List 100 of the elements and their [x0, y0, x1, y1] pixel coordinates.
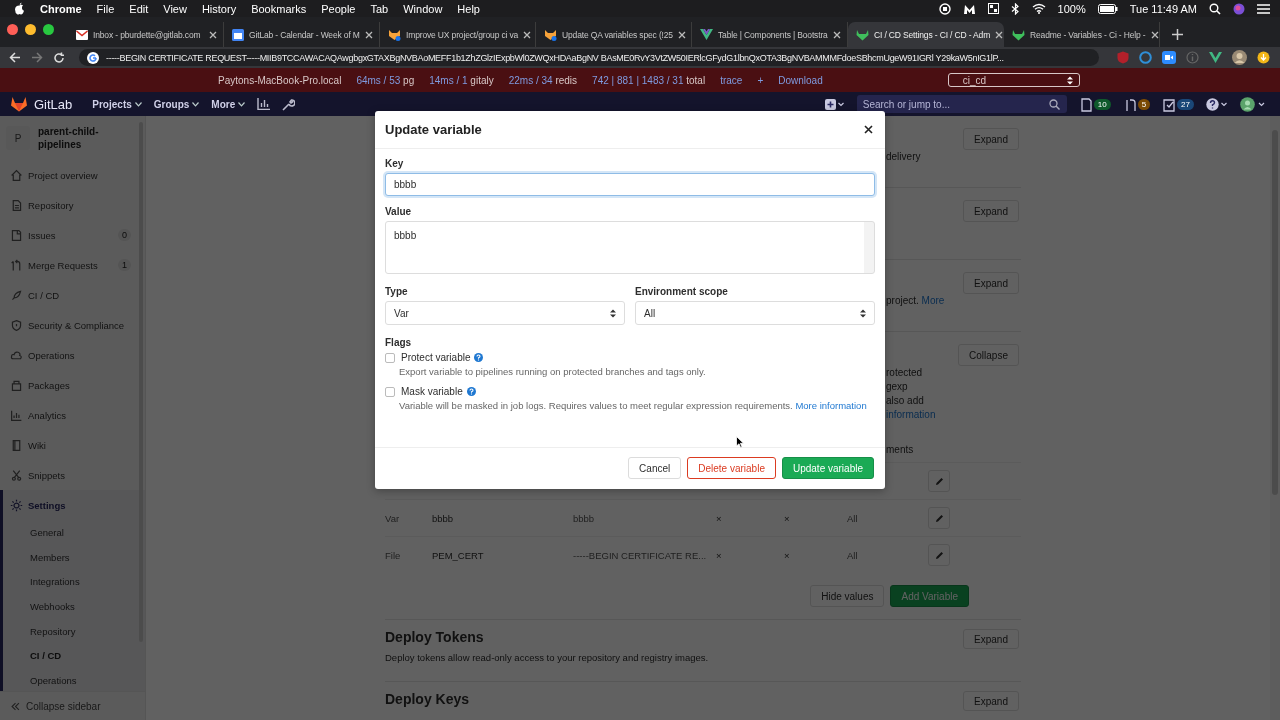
bar-chart-icon[interactable]	[257, 98, 271, 110]
settings-icon	[10, 498, 23, 512]
menu-item[interactable]: View	[163, 2, 187, 15]
menu-item[interactable]: Tab	[370, 2, 389, 15]
menu-item[interactable]: History	[201, 2, 237, 15]
cloud-icon	[10, 348, 23, 362]
new-tab-icon[interactable]	[1172, 29, 1183, 40]
performance-stat[interactable]: 64ms / 53 pg	[356, 74, 415, 86]
bar-chart-icon	[10, 408, 23, 422]
record-icon[interactable]	[938, 2, 951, 15]
v-icon[interactable]	[1209, 52, 1222, 63]
field-label: Value	[385, 206, 413, 217]
avatar-icon[interactable]	[1240, 96, 1266, 112]
field-label: Environment scope	[635, 286, 729, 297]
close-icon[interactable]	[365, 30, 373, 39]
checkbox-label[interactable]: Mask variable	[401, 386, 463, 397]
menu-item[interactable]: Help	[457, 2, 480, 15]
more-information-link[interactable]: More information	[795, 400, 867, 411]
menu-item[interactable]: People	[321, 2, 356, 15]
performance-stat[interactable]: 14ms / 1 gitaly	[429, 74, 494, 86]
table-cell-text: ×	[716, 549, 723, 561]
table-cell-text: Var	[385, 512, 401, 524]
menu-item[interactable]: Bookmarks	[251, 2, 307, 15]
nav-menu[interactable]: More	[211, 98, 246, 110]
close-icon[interactable]	[677, 30, 686, 39]
dialog-button[interactable]: Delete variable	[687, 457, 776, 479]
environment-scope-select[interactable]: All	[635, 301, 875, 325]
close-icon[interactable]	[995, 30, 1004, 39]
updown-icon	[1066, 75, 1073, 85]
search-icon[interactable]	[1209, 2, 1221, 15]
request-select[interactable]: ci_cd	[947, 73, 1080, 87]
wifi-icon[interactable]	[1031, 3, 1046, 14]
menu-item[interactable]: Window	[403, 2, 443, 15]
edit-button[interactable]	[928, 470, 950, 492]
clock[interactable]: Tue 11:49 AM	[1129, 2, 1197, 15]
grid-icon[interactable]	[987, 3, 999, 14]
close-icon[interactable]	[864, 125, 873, 134]
bluetooth-icon[interactable]	[1010, 2, 1020, 15]
edit-button[interactable]	[928, 544, 950, 566]
battery-percent: 100%	[1057, 2, 1086, 15]
nav-menu[interactable]: Projects	[92, 98, 142, 110]
performance-link[interactable]: +	[757, 74, 764, 86]
apple-icon[interactable]	[14, 2, 25, 15]
table-cell-text: ×	[716, 512, 723, 524]
close-icon[interactable]	[523, 30, 532, 39]
app-menu[interactable]: Chrome	[40, 2, 82, 15]
fox-icon	[544, 28, 557, 41]
help-icon[interactable]	[1206, 97, 1228, 111]
fox-icon	[1012, 28, 1025, 41]
performance-link[interactable]: Download	[778, 74, 823, 86]
menu-item[interactable]: File	[96, 2, 115, 15]
value-field[interactable]: bbbb	[385, 221, 875, 274]
video-camera-icon[interactable]	[1162, 51, 1176, 64]
table-cell-text: ×	[784, 549, 791, 561]
performance-link[interactable]: trace	[720, 74, 743, 86]
performance-stat[interactable]: 742 | 881 | 1483 / 31 total	[592, 74, 706, 86]
section-description: delivery	[886, 151, 921, 162]
counter-link[interactable]: 27	[1162, 96, 1194, 112]
performance-stat[interactable]: 22ms / 34 redis	[508, 74, 578, 86]
brand-name[interactable]: GitLab	[34, 96, 73, 112]
close-icon[interactable]	[1150, 30, 1159, 39]
checkbox[interactable]	[385, 386, 395, 397]
table-cell-text: bbbb	[432, 512, 455, 524]
zoom-window-button[interactable]	[43, 23, 54, 35]
plus-icon[interactable]	[824, 98, 845, 110]
extension-icon[interactable]	[1257, 51, 1270, 64]
siri-icon[interactable]	[1233, 2, 1245, 15]
counter-link[interactable]: 10	[1078, 96, 1111, 112]
menu-icon[interactable]	[1257, 3, 1270, 14]
nav-menu[interactable]: Groups	[153, 98, 200, 110]
double-chevron-icon	[10, 700, 21, 712]
browser-tab[interactable]: CI / CD Settings - CI / CD - Adm	[848, 22, 1004, 47]
close-window-button[interactable]	[7, 23, 18, 35]
reload-icon[interactable]	[53, 51, 65, 64]
document-icon	[10, 198, 23, 212]
search-icon	[1048, 99, 1060, 110]
address-bar[interactable]: -----BEGIN CERTIFICATE REQUEST-----MIIB9TCCAWACAQAwgbgxGTAXBgNVBAoMEFF1b1ZhZGlzIExpbWl0ZWQxHDAaBgNV BAsME0RvY3VtZW50IERlcGFydG1lbnQxOTA3BgNVBAMMMFdoeSBhcmUgeW91IGRl Y29kaW5nIG1lP...	[79, 49, 1099, 66]
edit-button[interactable]	[928, 507, 950, 529]
close-icon[interactable]	[209, 30, 217, 39]
wrench-icon[interactable]	[282, 97, 296, 111]
back-icon[interactable]	[9, 52, 21, 63]
avatar-icon[interactable]	[1232, 50, 1247, 65]
checkbox[interactable]	[385, 352, 395, 363]
caret-icon	[192, 101, 200, 107]
merge-request-icon	[10, 258, 23, 272]
close-icon[interactable]	[833, 30, 841, 39]
minimize-window-button[interactable]	[25, 23, 36, 35]
counter-link[interactable]: 5	[1122, 96, 1151, 112]
search-field[interactable]: Search or jump to...	[856, 95, 1067, 113]
fox-icon	[388, 28, 401, 41]
checkbox-label[interactable]: Protect variable	[401, 352, 471, 363]
type-select[interactable]: Var	[385, 301, 625, 325]
pencil-icon	[934, 550, 944, 560]
section-title: Deploy Keys	[385, 691, 470, 707]
fox-logo-icon[interactable]	[10, 96, 28, 112]
dialog-button[interactable]: Cancel	[628, 457, 682, 479]
key-field[interactable]: bbbb	[385, 173, 875, 196]
forward-icon[interactable]	[31, 52, 43, 63]
menu-item[interactable]: Edit	[129, 2, 149, 15]
battery-icon[interactable]	[1097, 3, 1118, 14]
